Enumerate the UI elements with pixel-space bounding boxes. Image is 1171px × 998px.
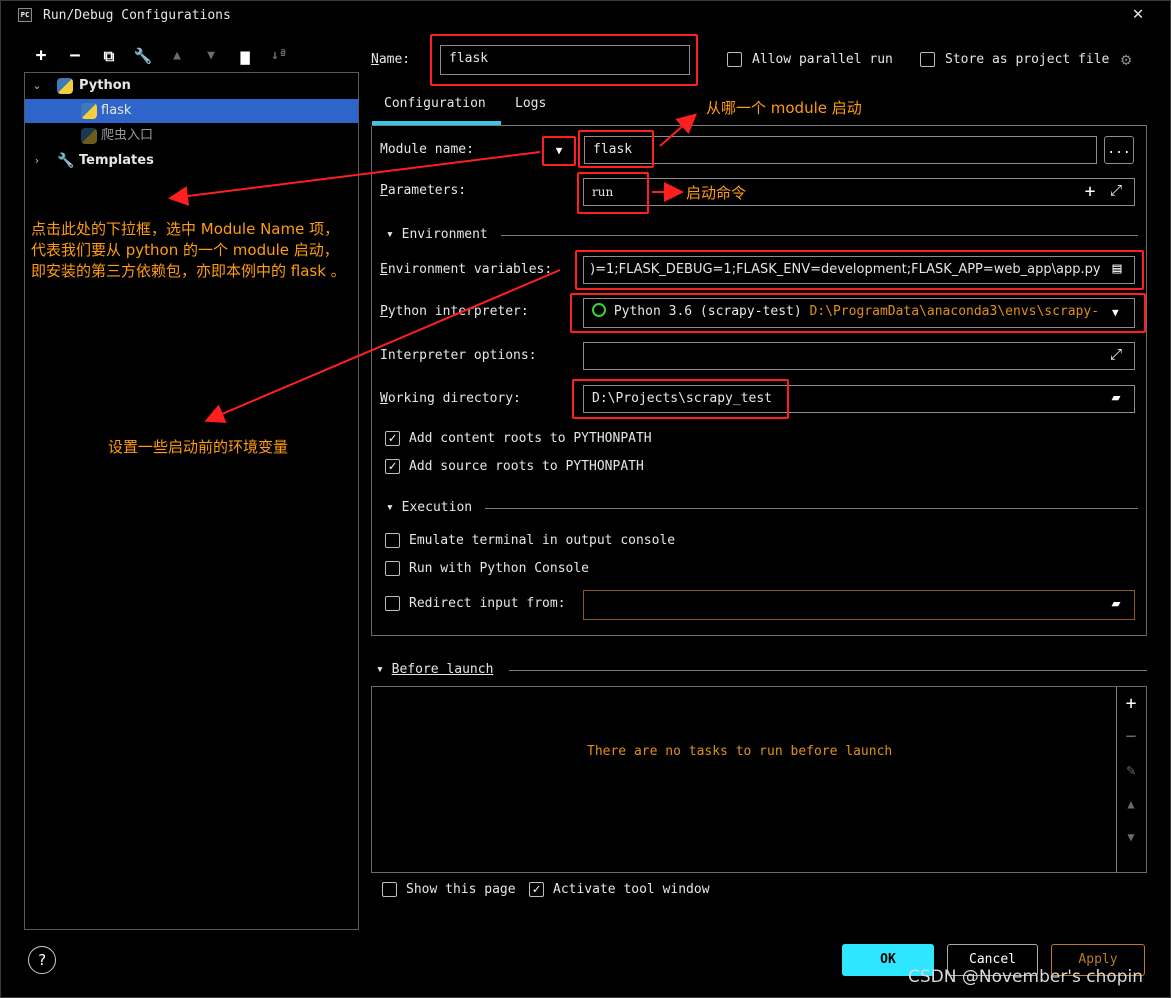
arrow-env: [204, 269, 561, 423]
arrow-dropdown: [168, 151, 541, 206]
arrow-module: [659, 113, 697, 147]
annotation-arrows: [168, 113, 697, 423]
